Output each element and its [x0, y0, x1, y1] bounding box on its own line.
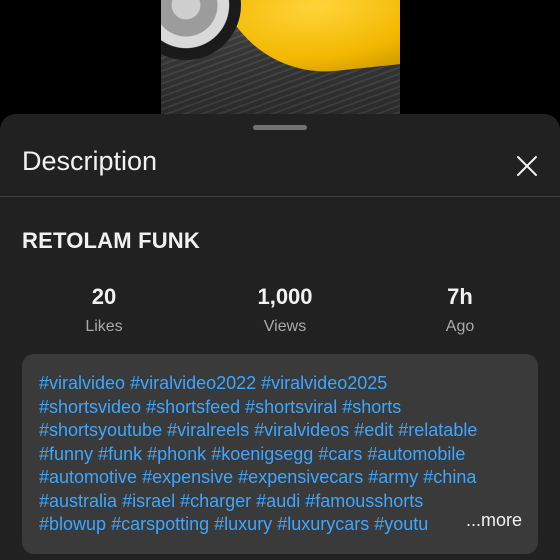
- channel-name[interactable]: RETOLAM FUNK: [22, 228, 200, 254]
- hashtag-link[interactable]: #audi: [256, 491, 300, 511]
- more-button[interactable]: ...more: [463, 510, 522, 531]
- hashtag-list: #viralvideo #viralvideo2022 #viralvideo2…: [39, 372, 529, 537]
- hashtag-link[interactable]: #famousshorts: [305, 491, 423, 511]
- hashtag-link[interactable]: #automobile: [367, 444, 465, 464]
- hashtag-link[interactable]: #viralvideo2022: [130, 373, 256, 393]
- hashtag-line: #australia #israel #charger #audi #famou…: [39, 490, 529, 514]
- likes-count: 20: [91, 284, 117, 309]
- hashtag-link[interactable]: #viralreels: [167, 420, 249, 440]
- views-label: Views: [263, 318, 307, 335]
- hashtag-link[interactable]: #shortsvideo: [39, 397, 141, 417]
- hashtag-link[interactable]: #carspotting: [111, 514, 209, 534]
- description-box[interactable]: #viralvideo #viralvideo2022 #viralvideo2…: [22, 354, 538, 554]
- stat-ago: 7h Ago: [420, 284, 500, 336]
- hashtag-line: #funny #funk #phonk #koenigsegg #cars #a…: [39, 443, 529, 467]
- hashtag-link[interactable]: #koenigsegg: [211, 444, 313, 464]
- hashtag-link[interactable]: #luxury: [214, 514, 272, 534]
- header-divider: [0, 196, 560, 197]
- drag-handle[interactable]: [253, 125, 307, 130]
- hashtag-line: #blowup #carspotting #luxury #luxurycars…: [39, 513, 459, 537]
- hashtag-link[interactable]: #charger: [180, 491, 251, 511]
- hashtag-line: #shortsvideo #shortsfeed #shortsviral #s…: [39, 396, 529, 420]
- hashtag-link[interactable]: #army: [368, 467, 418, 487]
- hashtag-link[interactable]: #luxurycars: [277, 514, 369, 534]
- stat-likes: 20 Likes: [64, 284, 144, 336]
- close-icon: [517, 156, 537, 176]
- hashtag-line: #automotive #expensive #expensivecars #a…: [39, 466, 529, 490]
- video-thumbnail[interactable]: [161, 0, 400, 125]
- hashtag-link[interactable]: #israel: [122, 491, 175, 511]
- hashtag-line: #shortsyoutube #viralreels #viralvideos …: [39, 419, 529, 443]
- hashtag-link[interactable]: #blowup: [39, 514, 106, 534]
- hashtag-link[interactable]: #funny: [39, 444, 93, 464]
- hashtag-link[interactable]: #funk: [98, 444, 142, 464]
- close-button[interactable]: [511, 150, 543, 182]
- hashtag-line: #viralvideo #viralvideo2022 #viralvideo2…: [39, 372, 529, 396]
- hashtag-link[interactable]: #viralvideo: [39, 373, 125, 393]
- hashtag-link[interactable]: #shorts: [342, 397, 401, 417]
- hashtag-link[interactable]: #viralvideo2025: [261, 373, 387, 393]
- hashtag-link[interactable]: #relatable: [398, 420, 477, 440]
- hashtag-link[interactable]: #edit: [354, 420, 393, 440]
- views-count: 1,000: [257, 284, 313, 309]
- hashtag-link[interactable]: #shortsviral: [245, 397, 337, 417]
- hashtag-link[interactable]: #youtu: [374, 514, 428, 534]
- sheet-title: Description: [22, 146, 158, 176]
- likes-label: Likes: [85, 318, 123, 335]
- hashtag-link[interactable]: #automotive: [39, 467, 137, 487]
- hashtag-link[interactable]: #cars: [318, 444, 362, 464]
- age-label: Ago: [445, 318, 475, 335]
- hashtag-link[interactable]: #shortsfeed: [146, 397, 240, 417]
- hashtag-link[interactable]: #australia: [39, 491, 117, 511]
- hashtag-link[interactable]: #shortsyoutube: [39, 420, 162, 440]
- age-value: 7h: [447, 284, 473, 309]
- hashtag-link[interactable]: #china: [423, 467, 476, 487]
- description-sheet: Description RETOLAM FUNK 20 Likes 1,000 …: [0, 114, 560, 560]
- hashtag-link[interactable]: #expensivecars: [238, 467, 363, 487]
- hashtag-link[interactable]: #expensive: [142, 467, 233, 487]
- stat-views: 1,000 Views: [245, 284, 325, 336]
- hashtag-link[interactable]: #viralvideos: [254, 420, 349, 440]
- hashtag-link[interactable]: #phonk: [147, 444, 206, 464]
